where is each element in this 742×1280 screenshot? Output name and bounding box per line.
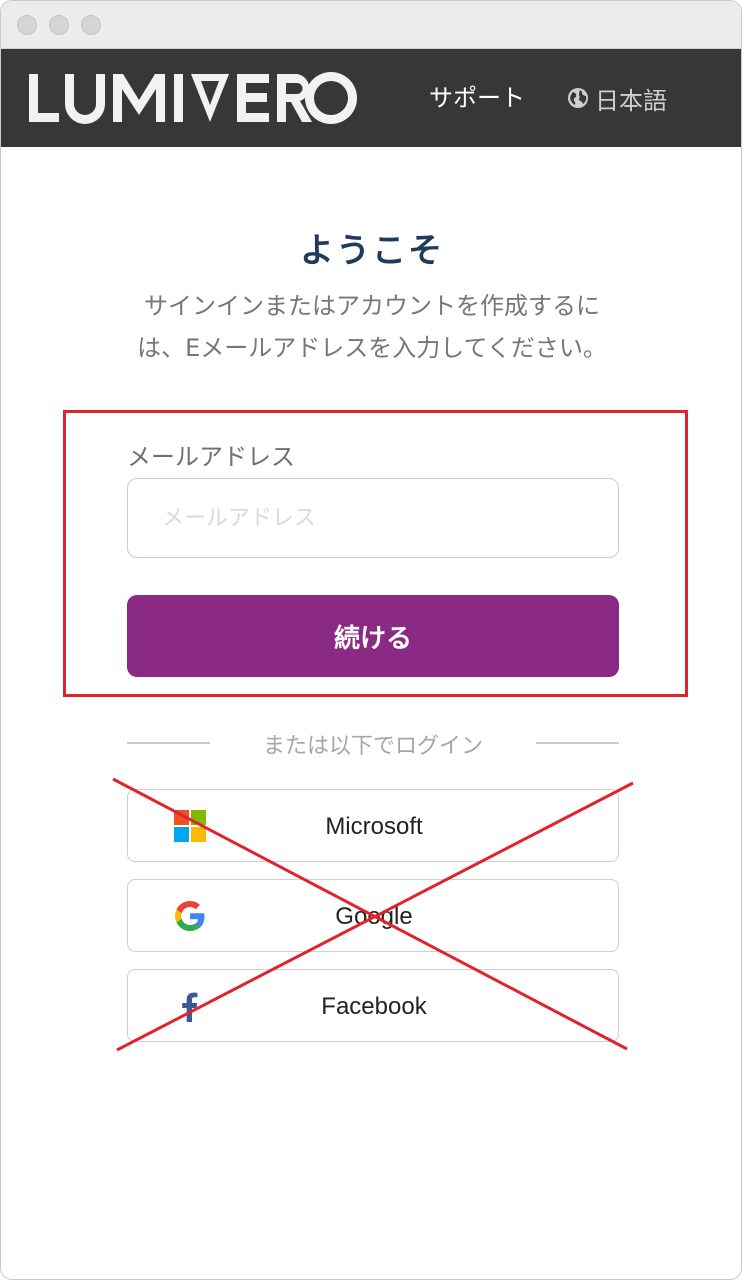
lumivero-logo-mark — [29, 72, 357, 124]
social-login-divider-text: または以下でログイン — [262, 734, 483, 759]
close-window-button[interactable] — [17, 15, 37, 35]
support-link[interactable]: サポート — [429, 81, 525, 115]
facebook-login-label: Facebook — [321, 993, 427, 1020]
language-label: 日本語 — [595, 86, 667, 115]
divider-line-right — [536, 742, 619, 744]
microsoft-login-button[interactable]: Microsoft — [127, 789, 619, 862]
page-title: ようこそ — [300, 231, 444, 271]
language-selector[interactable]: 日本語 — [567, 81, 667, 115]
minimize-window-button[interactable] — [49, 15, 69, 35]
email-field[interactable] — [127, 478, 619, 558]
browser-window: サポート 日本語 ようこそ サインインまたはアカウントを作成するには、Eメールア… — [0, 0, 742, 1280]
facebook-login-button[interactable]: Facebook — [127, 969, 619, 1042]
page-subtitle: サインインまたはアカウントを作成するには、Eメールアドレスを入力してください。 — [137, 292, 607, 362]
top-navbar: サポート 日本語 — [1, 49, 741, 147]
divider-line-left — [127, 742, 210, 744]
google-login-button[interactable]: Google — [127, 879, 619, 952]
window-titlebar — [1, 1, 741, 49]
microsoft-login-label: Microsoft — [325, 813, 423, 840]
lumivero-logo[interactable] — [27, 59, 357, 137]
globe-icon — [568, 88, 588, 108]
google-login-label: Google — [335, 903, 413, 930]
continue-button[interactable]: 続ける — [127, 595, 619, 677]
zoom-window-button[interactable] — [81, 15, 101, 35]
email-field-label: メールアドレス — [127, 443, 295, 471]
